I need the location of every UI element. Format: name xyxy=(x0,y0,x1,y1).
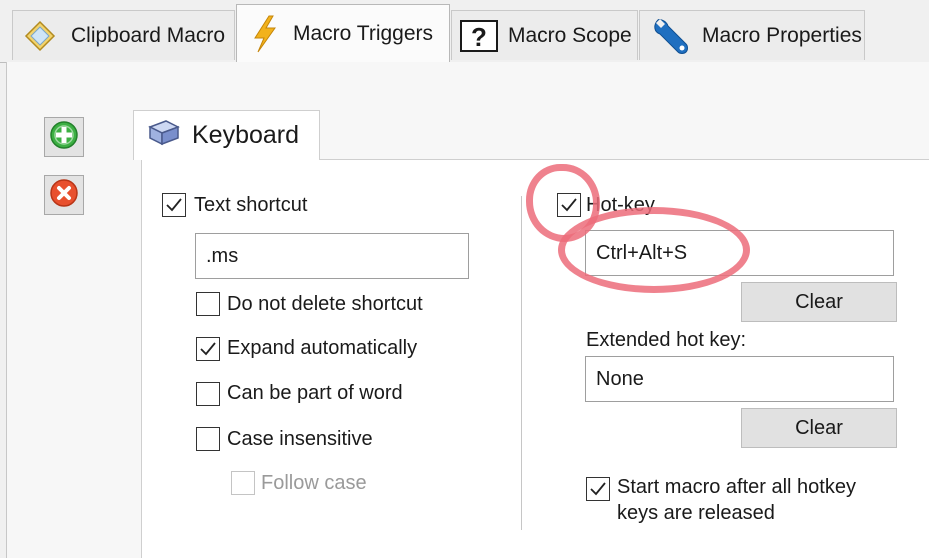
x-circle-icon xyxy=(49,178,79,213)
extended-hotkey-clear-button[interactable]: Clear xyxy=(741,408,897,448)
follow-case-checkbox xyxy=(231,471,255,495)
hotkey-label: Hot-key xyxy=(586,194,655,216)
tab-clipboard-macro[interactable]: Clipboard Macro xyxy=(12,10,235,60)
tab-label: Macro Properties xyxy=(702,23,862,47)
button-label: Clear xyxy=(795,416,843,439)
tab-macro-scope[interactable]: ? Macro Scope xyxy=(451,10,638,60)
part-of-word-checkbox[interactable] xyxy=(196,382,220,406)
hotkey-input[interactable]: Ctrl+Alt+S xyxy=(585,230,894,276)
add-trigger-button[interactable] xyxy=(44,117,84,157)
start-after-release-label-line1: Start macro after all hotkey xyxy=(617,476,856,498)
hotkey-value: Ctrl+Alt+S xyxy=(596,241,688,264)
diamond-icon xyxy=(23,19,57,53)
do-not-delete-label: Do not delete shortcut xyxy=(227,293,423,315)
expand-automatically-label: Expand automatically xyxy=(227,337,418,359)
question-icon: ? xyxy=(460,19,498,52)
wrench-icon xyxy=(650,16,690,56)
extended-hotkey-label: Extended hot key: xyxy=(586,329,747,351)
hotkey-checkbox[interactable] xyxy=(557,193,581,217)
extended-hotkey-value: None xyxy=(596,367,644,390)
tab-label: Macro Scope xyxy=(508,23,632,47)
plus-circle-icon xyxy=(49,120,79,155)
text-shortcut-input[interactable]: .ms xyxy=(195,233,469,279)
extended-hotkey-input[interactable]: None xyxy=(585,356,894,402)
text-shortcut-checkbox[interactable] xyxy=(162,193,186,217)
button-label: Clear xyxy=(795,290,843,313)
tab-label: Macro Triggers xyxy=(293,21,434,45)
remove-trigger-button[interactable] xyxy=(44,175,84,215)
case-insensitive-label: Case insensitive xyxy=(227,428,373,450)
start-after-release-checkbox[interactable] xyxy=(586,477,610,501)
tab-label: Keyboard xyxy=(192,121,300,149)
svg-text:?: ? xyxy=(471,22,487,52)
do-not-delete-checkbox[interactable] xyxy=(196,292,220,316)
start-after-release-label-line2: keys are released xyxy=(617,502,775,524)
lightning-icon xyxy=(247,14,281,54)
part-of-word-label: Can be part of word xyxy=(227,382,403,404)
tab-keyboard[interactable]: Keyboard xyxy=(133,110,320,160)
tab-macro-properties[interactable]: Macro Properties xyxy=(639,10,865,60)
text-shortcut-value: .ms xyxy=(206,244,239,267)
follow-case-label: Follow case xyxy=(261,472,367,494)
case-insensitive-checkbox[interactable] xyxy=(196,427,220,451)
hotkey-clear-button[interactable]: Clear xyxy=(741,282,897,322)
tab-macro-triggers[interactable]: Macro Triggers xyxy=(236,4,450,62)
keyboard-icon xyxy=(146,117,182,154)
column-divider xyxy=(521,196,522,530)
text-shortcut-label: Text shortcut xyxy=(194,194,308,216)
expand-automatically-checkbox[interactable] xyxy=(196,337,220,361)
tab-label: Clipboard Macro xyxy=(71,23,226,47)
